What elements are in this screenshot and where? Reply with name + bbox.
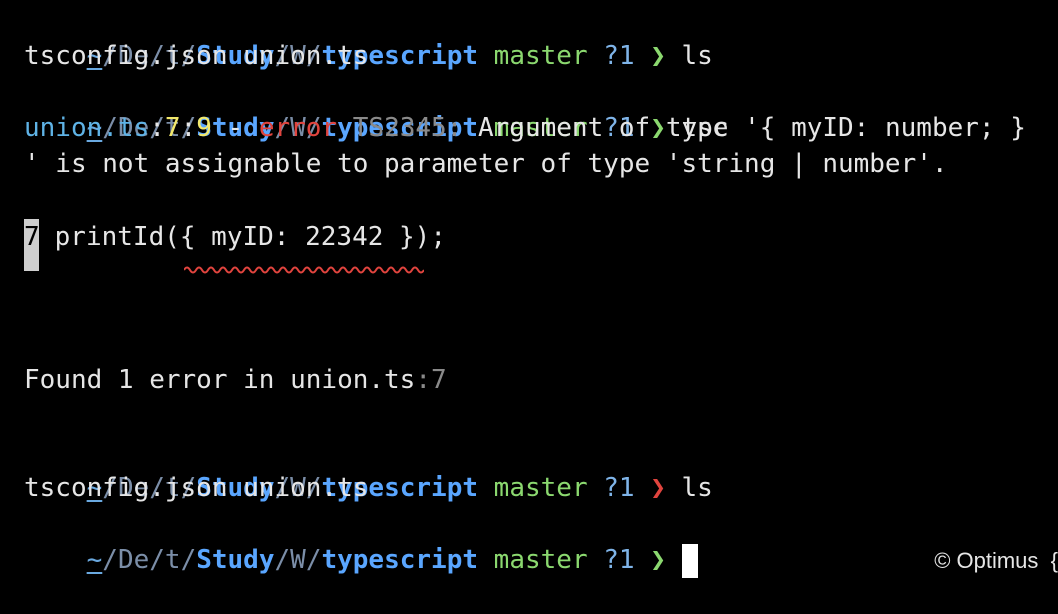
prompt-line: ~/De/t/Study/W/typescript master ?1 ❯ ls (86, 41, 713, 71)
git-status: ?1 (603, 545, 635, 575)
git-branch: master (493, 41, 588, 71)
prompt-line: ~/De/t/Study/W/typescript master ?1 ❯ ls (86, 473, 713, 503)
error-message-continuation: ' is not assignable to parameter of type… (24, 149, 948, 179)
text-cursor[interactable] (681, 543, 698, 578)
error-message-line: union.ts:7:9 - error TS2345: Argument of… (24, 113, 1026, 143)
prompt-path-segment: W (290, 545, 306, 575)
command-text: ls (681, 41, 713, 71)
prompt-line-active[interactable]: ~/De/t/Study/W/typescript master ?1 ❯ (24, 506, 698, 578)
prompt-path-segment: De (117, 545, 150, 575)
error-line-number: 7 (164, 113, 181, 143)
prompt-tilde: ~ (86, 545, 103, 575)
error-label: error (258, 113, 338, 143)
command-text: ls (681, 473, 713, 503)
prompt-path-segment: t (164, 545, 181, 575)
error-squiggle-underline (184, 266, 424, 274)
prompt-current-dir: typescript (321, 545, 479, 575)
git-status: ?1 (603, 41, 635, 71)
error-message: Argument of type '{ myID: number; } (462, 113, 1026, 143)
git-status: ?1 (603, 473, 635, 503)
code-snippet: 7 printId({ myID: 22342 }); (24, 219, 446, 271)
error-code: TS2345: (352, 113, 463, 143)
error-column-number: 9 (196, 113, 212, 143)
prompt-arrow-icon: ❯ (650, 545, 666, 575)
error-file: union.ts (24, 113, 150, 143)
command-output: tsconfig.json union.ts (24, 473, 369, 503)
terminal-window[interactable]: ~/De/t/Study/W/typescript master ?1 ❯ ls… (24, 0, 1058, 578)
prompt-arrow-icon: ❯ (650, 41, 666, 71)
error-summary: Found 1 error in union.ts:7 (24, 365, 447, 395)
code-line-number: 7 (24, 219, 40, 271)
prompt-path-segment: Study (196, 545, 275, 575)
watermark-text: © Optimus { (934, 548, 1058, 573)
git-branch: master (493, 545, 588, 575)
code-line: printId({ myID: 22342 }); (39, 222, 446, 252)
prompt-arrow-error-icon: ❯ (650, 473, 666, 503)
prompt-line: ~/De/t/Study/W/typescript master ?1 ❯ ts… (86, 113, 729, 143)
command-output: tsconfig.json union.ts (24, 41, 369, 71)
git-branch: master (493, 473, 588, 503)
